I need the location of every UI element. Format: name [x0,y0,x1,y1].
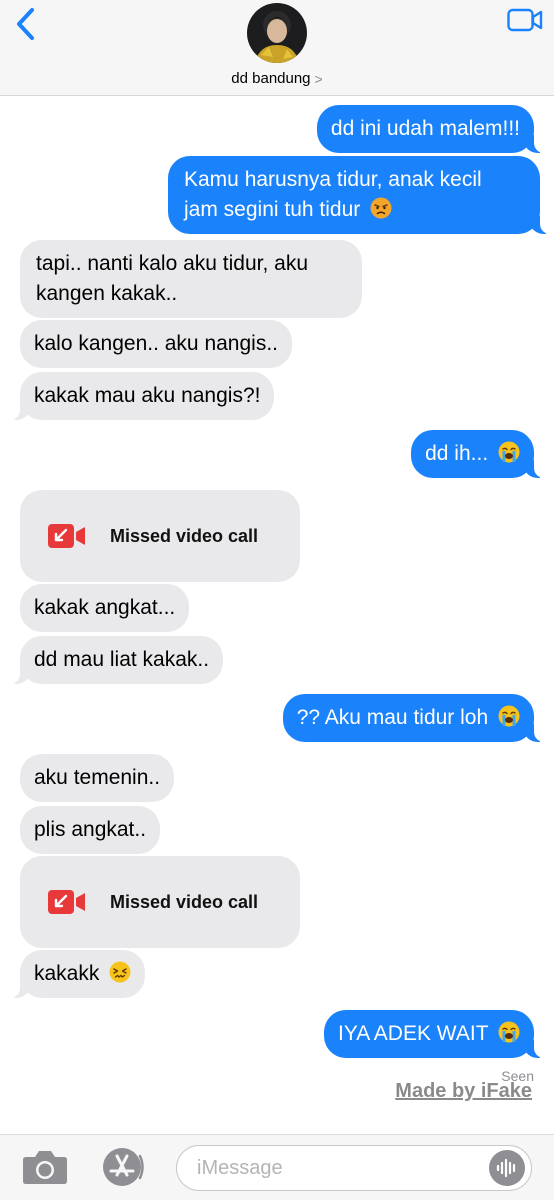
conversation-header: dd bandung > [0,0,554,96]
message-thread[interactable]: dd ini udah malem!!! Kamu harusnya tidur… [0,96,554,1134]
camera-button[interactable] [22,1149,68,1185]
chevron-left-icon [17,8,34,40]
message-incoming[interactable]: kakak angkat... [20,584,190,632]
message-incoming[interactable]: kakak mau aku nangis?! [5,372,275,420]
confounded-face-icon [109,961,131,983]
angry-face-icon [370,197,392,219]
app-store-icon [103,1148,144,1186]
missed-video-call-label: Missed video call [110,525,259,546]
watermark: Made by iFake [395,1080,532,1102]
message-incoming[interactable]: kalo kangen.. aku nangis.. [20,320,293,368]
message-incoming[interactable]: tapi.. nanti kalo aku tidur, aku kangen … [20,240,362,318]
chevron-right-icon: > [314,70,323,87]
missed-video-call-label: Missed video call [110,891,259,912]
audio-message-button[interactable] [489,1150,525,1186]
missed-video-call-icon [48,890,85,914]
back-button[interactable] [10,6,40,42]
message-outgoing[interactable]: ?? Aku mau tidur loh [282,694,549,742]
loudly-crying-face-icon [498,705,520,727]
missed-video-call[interactable]: Missed video call [20,856,300,948]
video-call-button[interactable] [506,6,544,34]
message-incoming[interactable]: dd mau liat kakak.. [5,636,224,684]
contact-name-label: dd bandung [231,70,311,87]
avatar[interactable] [247,3,307,63]
message-outgoing[interactable]: IYA ADEK WAIT [323,1010,549,1058]
missed-video-call[interactable]: Missed video call [20,490,300,582]
message-outgoing[interactable]: dd ih... [411,430,548,478]
message-incoming[interactable]: kakakk [5,950,146,998]
missed-video-call-icon [48,524,85,548]
camera-icon [23,1151,67,1184]
loudly-crying-face-icon [498,441,520,463]
compose-bar: iMessage [0,1134,554,1200]
message-outgoing[interactable]: Kamu harusnya tidur, anak kecil jam segi… [168,156,554,234]
message-incoming[interactable]: plis angkat.. [20,806,161,854]
loudly-crying-face-icon [498,1021,520,1043]
audio-waveform-icon [496,1158,516,1178]
message-outgoing[interactable]: dd ini udah malem!!! [316,105,549,153]
message-input-placeholder: iMessage [197,1157,283,1179]
message-incoming[interactable]: aku temenin.. [20,754,175,802]
video-camera-icon [507,8,543,32]
message-input[interactable]: iMessage [176,1145,532,1191]
app-store-button[interactable] [96,1147,148,1187]
contact-name[interactable]: dd bandung > [0,70,554,87]
